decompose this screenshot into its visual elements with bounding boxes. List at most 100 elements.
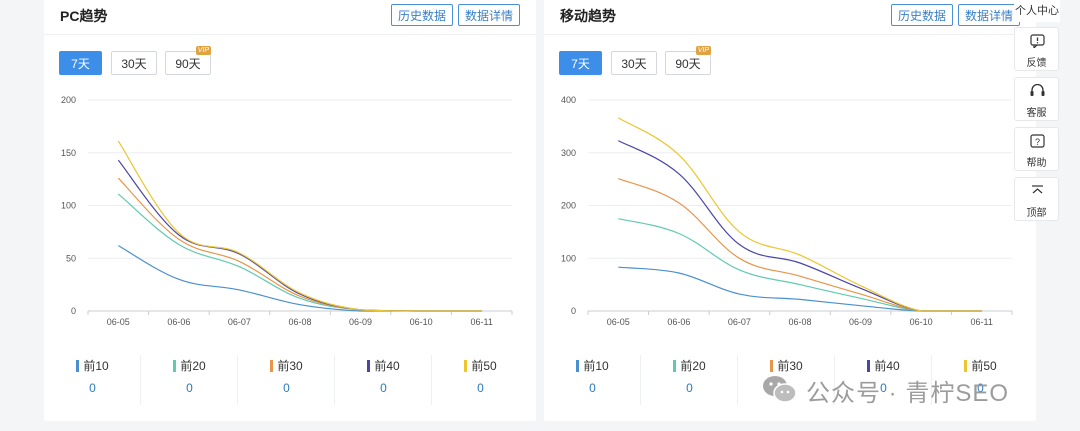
legend-swatch [76, 360, 80, 372]
card-title: PC趋势 [60, 8, 108, 24]
legend-label: 前40 [335, 357, 432, 374]
y-tick-label: 100 [561, 253, 576, 263]
legend-label: 前50 [432, 357, 529, 374]
x-tick-label: 06-09 [349, 317, 372, 327]
legend-label: 前40 [835, 357, 932, 374]
series-line [618, 140, 982, 312]
history-data-button[interactable]: 历史数据 [391, 4, 454, 26]
help-button[interactable]: ? 帮助 [1014, 127, 1059, 171]
customer-service-label: 客服 [1026, 108, 1047, 119]
legend-label: 前20 [641, 357, 738, 374]
legend-value[interactable]: 0 [44, 381, 141, 395]
x-tick-label: 06-07 [228, 317, 251, 327]
legend-label: 前50 [932, 357, 1029, 374]
legend-label: 前20 [141, 357, 238, 374]
legend-item[interactable]: 前20 0 [641, 349, 738, 405]
series-line [117, 140, 482, 312]
y-tick-label: 150 [61, 148, 76, 158]
help-icon: ? [1015, 134, 1058, 148]
vip-badge: VIP [195, 46, 211, 55]
y-tick-label: 100 [61, 201, 76, 211]
legend-value[interactable]: 0 [432, 381, 529, 395]
mobile-trend-card: 移动趋势 历史数据 数据详情 7天 30天 90天 VIP 0 100 200 300… [544, 0, 1036, 421]
pc-trend-chart: 0 50 100 150 200 06-05 06-06 06-07 06-08 06-09 06-… [61, 95, 513, 327]
series-line [617, 117, 982, 312]
legend-item[interactable]: 前10 0 [544, 349, 641, 405]
tab-30-days[interactable]: 30天 [111, 51, 157, 75]
top-arrow-icon [1015, 184, 1058, 198]
y-tick-label: 200 [61, 95, 76, 105]
tab-7-days[interactable]: 7天 [59, 51, 102, 75]
legend-swatch [673, 360, 677, 372]
legend-value[interactable]: 0 [544, 381, 641, 395]
mobile-trend-chart: 0 100 200 300 400 06-05 06-06 06-07 06-08 06-09 06… [561, 95, 1013, 327]
legend-swatch [270, 360, 274, 372]
x-tick-label: 06-11 [971, 317, 993, 327]
legend-name: 前30 [277, 359, 303, 373]
series-line [618, 218, 982, 312]
legend-swatch [173, 360, 177, 372]
legend-swatch [964, 360, 968, 372]
legend-name: 前40 [874, 359, 900, 373]
y-tick-label: 200 [561, 201, 576, 211]
help-label: 帮助 [1026, 158, 1047, 169]
x-tick-label: 06-06 [167, 317, 190, 327]
tab-30-days[interactable]: 30天 [611, 51, 657, 75]
legend-label: 前30 [238, 357, 335, 374]
data-detail-button[interactable]: 数据详情 [458, 4, 521, 26]
legend-value[interactable]: 0 [641, 381, 738, 395]
watermark-text: 公众号 · 青柠SEO [806, 380, 1010, 407]
back-to-top-button[interactable]: 顶部 [1014, 177, 1059, 221]
tab-90-days[interactable]: 90天 VIP [665, 46, 711, 75]
legend-item[interactable]: 前20 0 [141, 349, 238, 405]
legend-swatch [867, 360, 871, 372]
feedback-icon [1015, 34, 1058, 50]
feedback-button[interactable]: 反馈 [1014, 27, 1059, 71]
history-data-button[interactable]: 历史数据 [891, 4, 954, 26]
legend-value[interactable]: 0 [335, 381, 432, 395]
legend-value[interactable]: 0 [238, 381, 335, 395]
legend-item[interactable]: 前10 0 [44, 349, 141, 405]
legend-label: 前10 [544, 357, 641, 374]
legend-name: 前40 [374, 359, 400, 373]
legend-value[interactable]: 0 [141, 381, 238, 395]
card-header: 移动趋势 历史数据 数据详情 [544, 0, 1036, 35]
feedback-label: 反馈 [1026, 58, 1047, 69]
legend-name: 前50 [471, 359, 497, 373]
tab-90-days-label: 90天 [675, 57, 701, 71]
legend-name: 前50 [971, 359, 997, 373]
legend-item[interactable]: 前40 0 [335, 349, 432, 405]
wechat-icon [763, 376, 797, 403]
tab-7-days[interactable]: 7天 [559, 51, 602, 75]
x-tick-label: 06-09 [849, 317, 872, 327]
x-tick-label: 06-11 [471, 317, 493, 327]
card-header: PC趋势 历史数据 数据详情 [44, 0, 536, 35]
headset-icon [1015, 83, 1058, 98]
series-line [618, 178, 982, 312]
customer-service-button[interactable]: 客服 [1014, 77, 1059, 121]
tab-90-days[interactable]: 90天 VIP [165, 46, 211, 75]
legend-swatch [576, 360, 580, 372]
x-tick-label: 06-08 [288, 317, 311, 327]
x-tick-label: 06-07 [728, 317, 751, 327]
data-detail-button[interactable]: 数据详情 [958, 4, 1021, 26]
x-tick-label: 06-05 [107, 317, 130, 327]
y-tick-label: 50 [66, 253, 76, 263]
legend-item[interactable]: 前30 0 [238, 349, 335, 405]
y-tick-label: 0 [571, 306, 576, 316]
legend-name: 前20 [180, 359, 206, 373]
series-line [118, 245, 482, 312]
back-to-top-label: 顶部 [1026, 208, 1047, 219]
x-tick-label: 06-10 [910, 317, 933, 327]
legend-name: 前10 [83, 359, 109, 373]
x-tick-label: 06-10 [410, 317, 433, 327]
legend-item[interactable]: 前50 0 [432, 349, 529, 405]
legend-name: 前10 [583, 359, 609, 373]
y-tick-label: 0 [71, 306, 76, 316]
user-center-link[interactable]: 个人中心 [1014, 0, 1060, 22]
vip-badge: VIP [695, 46, 711, 55]
svg-text:?: ? [1035, 137, 1040, 147]
series-line [117, 159, 482, 312]
pc-trend-card: PC趋势 历史数据 数据详情 7天 30天 90天 VIP 0 50 100 150 2… [44, 0, 536, 421]
x-tick-label: 06-06 [667, 317, 690, 327]
